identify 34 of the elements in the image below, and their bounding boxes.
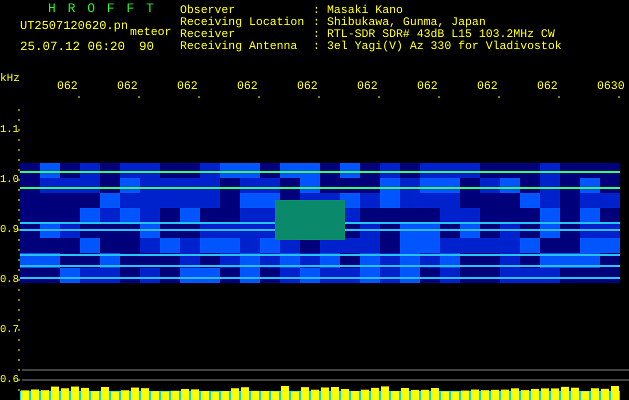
- colon: :: [313, 41, 321, 53]
- info-value: Masaki Kano: [327, 5, 404, 17]
- app-title: H R O F F T: [48, 3, 156, 15]
- info-value: Shibukawa, Gunma, Japan: [327, 17, 487, 29]
- info-label: Observer: [180, 5, 236, 17]
- file-name: UT2507120620.pn: [20, 19, 128, 33]
- time-label: 062: [117, 81, 138, 93]
- time-label: 062: [297, 81, 318, 93]
- colon: :: [313, 29, 321, 41]
- frequency-label: 1.1: [0, 124, 19, 136]
- colon: :: [313, 17, 321, 29]
- time-label: 062: [57, 81, 78, 93]
- info-label: Receiving Location: [180, 17, 306, 29]
- time-label: 062: [237, 81, 258, 93]
- time-label: 062: [417, 81, 438, 93]
- time-label: 0630: [597, 81, 625, 93]
- info-label: Receiving Antenna: [180, 41, 298, 53]
- frequency-label: 1.0: [0, 174, 19, 186]
- axis-unit: kHz: [0, 73, 20, 85]
- colon: :: [313, 5, 321, 17]
- value-label: 90: [139, 40, 154, 54]
- mode-label: meteor: [130, 27, 172, 39]
- info-value: 3el Yagi(V) Az 330 for Vladivostok: [327, 41, 562, 53]
- frequency-label: 0.6: [0, 374, 19, 386]
- time-label: 062: [477, 81, 498, 93]
- timestamp: 25.07.12 06:20: [20, 40, 126, 54]
- time-label: 062: [357, 81, 378, 93]
- info-value: RTL-SDR SDR# 43dB L15 103.2MHz CW: [327, 29, 555, 41]
- frequency-label: 0.9: [0, 224, 19, 236]
- frequency-label: 0.7: [0, 324, 19, 336]
- info-label: Receiver: [180, 29, 236, 41]
- time-label: 062: [537, 81, 558, 93]
- frequency-label: 0.8: [0, 274, 19, 286]
- time-label: 062: [177, 81, 198, 93]
